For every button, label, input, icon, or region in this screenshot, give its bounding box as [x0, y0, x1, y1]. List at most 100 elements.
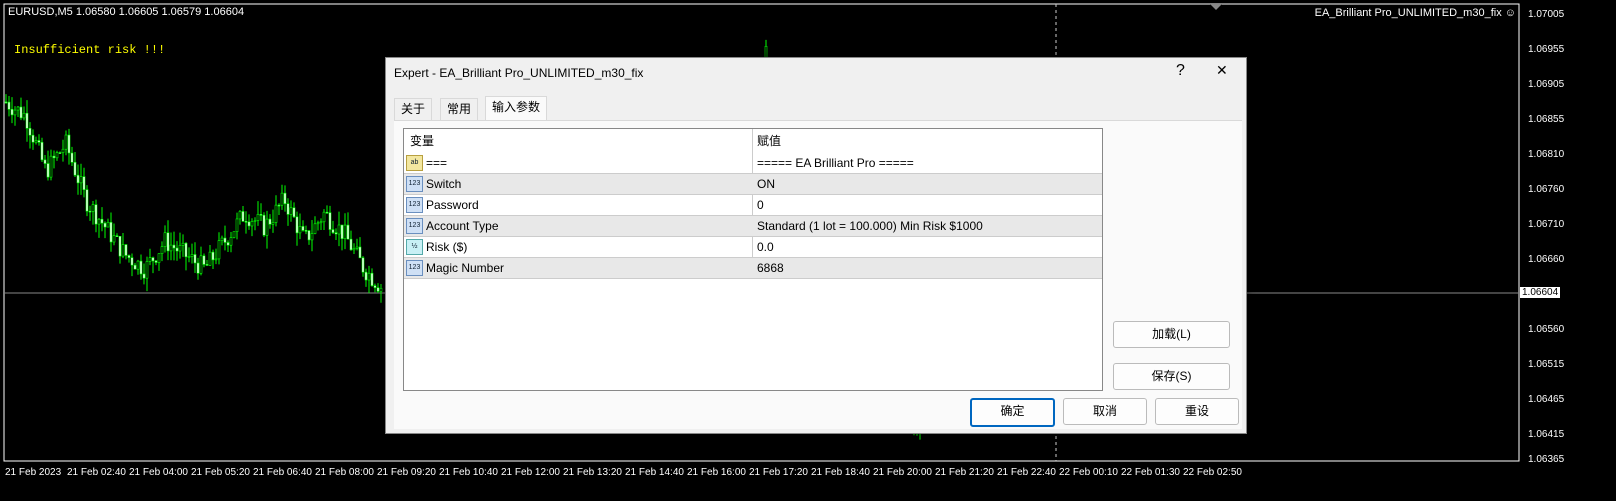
candle-body	[289, 207, 293, 215]
header-variable[interactable]: 变量	[410, 129, 434, 153]
time-tick-label: 21 Feb 2023	[5, 467, 62, 478]
candle-body	[52, 155, 56, 159]
candle-body	[361, 257, 365, 273]
candle-body	[328, 212, 332, 230]
candle-body	[175, 247, 179, 252]
candle-body	[142, 273, 146, 279]
candle-body	[214, 258, 218, 261]
candle-body	[358, 246, 362, 259]
candle-body	[31, 134, 35, 143]
candle-body	[25, 112, 29, 129]
load-button[interactable]: 加载(L)	[1113, 321, 1230, 348]
candle-body	[268, 218, 272, 225]
candle-body	[46, 163, 50, 178]
table-header: 变量 赋值	[404, 129, 1102, 153]
price-tick-label: 1.06810	[1528, 149, 1565, 160]
ok-button[interactable]: 确定	[970, 398, 1055, 427]
candle-body	[13, 109, 17, 116]
close-button[interactable]: ✕	[1216, 62, 1228, 79]
candle-body	[19, 106, 23, 119]
header-value[interactable]: 赋值	[757, 129, 781, 153]
cancel-button[interactable]: 取消	[1063, 398, 1147, 425]
candle-body	[7, 101, 11, 110]
candle-body	[325, 211, 329, 214]
tab-common[interactable]: 常用	[440, 98, 479, 120]
param-value[interactable]: 6868	[757, 258, 784, 278]
param-value[interactable]: 0	[757, 195, 764, 215]
candle-body	[316, 222, 320, 225]
candle-body	[181, 242, 185, 246]
param-value[interactable]: 0.0	[757, 237, 774, 257]
candle-body	[211, 251, 215, 261]
time-tick-label: 22 Feb 02:50	[1183, 467, 1242, 478]
candle-body	[127, 255, 131, 258]
tab-about[interactable]: 关于	[394, 98, 433, 120]
candle-body	[58, 152, 62, 154]
price-tick-label: 1.06365	[1528, 454, 1565, 465]
candle-body	[223, 237, 227, 243]
candle-body	[310, 233, 314, 241]
ea-name[interactable]: EA_Brilliant Pro_UNLIMITED_m30_fix ☺	[1315, 7, 1516, 19]
candle-body	[97, 218, 101, 225]
candle-body	[4, 101, 8, 104]
candle-body	[124, 244, 128, 256]
help-button[interactable]: ?	[1176, 62, 1185, 80]
table-row[interactable]: ab === ===== EA Brilliant Pro =====	[404, 153, 1102, 174]
table-row[interactable]: 123 Password 0	[404, 195, 1102, 216]
candle-body	[76, 174, 80, 184]
candle-body	[247, 221, 251, 227]
type-int-icon: 123	[406, 218, 423, 234]
candle-body	[364, 271, 368, 281]
candle-body	[349, 238, 353, 251]
candle-body	[61, 148, 65, 153]
candle-body	[184, 242, 188, 258]
candle-body	[64, 134, 68, 150]
candle-body	[367, 272, 371, 281]
param-name: ===	[426, 156, 448, 170]
candle-body	[217, 240, 221, 260]
price-tick-label: 1.06905	[1528, 79, 1565, 90]
candle-body	[226, 242, 230, 246]
tab-inputs[interactable]: 输入参数	[485, 96, 548, 120]
candle-body	[337, 224, 341, 235]
price-tick-label: 1.06710	[1528, 219, 1565, 230]
candle-body	[100, 218, 104, 224]
candle-body	[298, 226, 302, 234]
table-row[interactable]: 123 Account Type Standard (1 lot = 100.000…	[404, 216, 1102, 237]
time-tick-label: 21 Feb 10:40	[439, 467, 498, 478]
candle-body	[235, 218, 239, 233]
candle-body	[172, 244, 176, 249]
time-tick-label: 21 Feb 16:00	[687, 467, 746, 478]
table-row[interactable]: 123 Magic Number 6868	[404, 258, 1102, 279]
type-int-icon: 123	[406, 176, 423, 192]
save-button[interactable]: 保存(S)	[1113, 363, 1230, 390]
candle-body	[49, 155, 53, 178]
candle-body	[340, 224, 344, 239]
time-tick-label: 21 Feb 22:40	[997, 467, 1056, 478]
time-tick-label: 21 Feb 12:00	[501, 467, 560, 478]
price-tick-label: 1.06560	[1528, 324, 1565, 335]
candle-body	[136, 260, 140, 270]
candle-body	[199, 255, 203, 274]
table-row[interactable]: ½ Risk ($) 0.0	[404, 237, 1102, 258]
param-value[interactable]: Standard (1 lot = 100.000) Min Risk $100…	[757, 216, 983, 236]
param-value[interactable]: ===== EA Brilliant Pro =====	[757, 153, 914, 173]
candle-body	[253, 220, 257, 222]
candle-body	[250, 221, 254, 227]
inputs-table: 变量 赋值 ab === ===== EA Brilliant Pro ===== 1…	[403, 128, 1103, 391]
candle-body	[145, 261, 149, 279]
reset-button[interactable]: 重设	[1155, 398, 1239, 425]
candle-body	[28, 127, 32, 136]
candle-body	[178, 245, 182, 252]
candle-body	[193, 254, 197, 264]
candle-body	[151, 257, 155, 262]
candle-body	[274, 204, 278, 223]
time-tick-label: 21 Feb 08:00	[315, 467, 374, 478]
candle-body	[67, 134, 71, 154]
price-tick-label: 1.06515	[1528, 359, 1565, 370]
candle-body	[229, 237, 233, 246]
candle-body	[313, 223, 317, 234]
table-row[interactable]: 123 Switch ON	[404, 174, 1102, 195]
current-price-label: 1.06604	[1520, 287, 1561, 298]
param-value[interactable]: ON	[757, 174, 775, 194]
